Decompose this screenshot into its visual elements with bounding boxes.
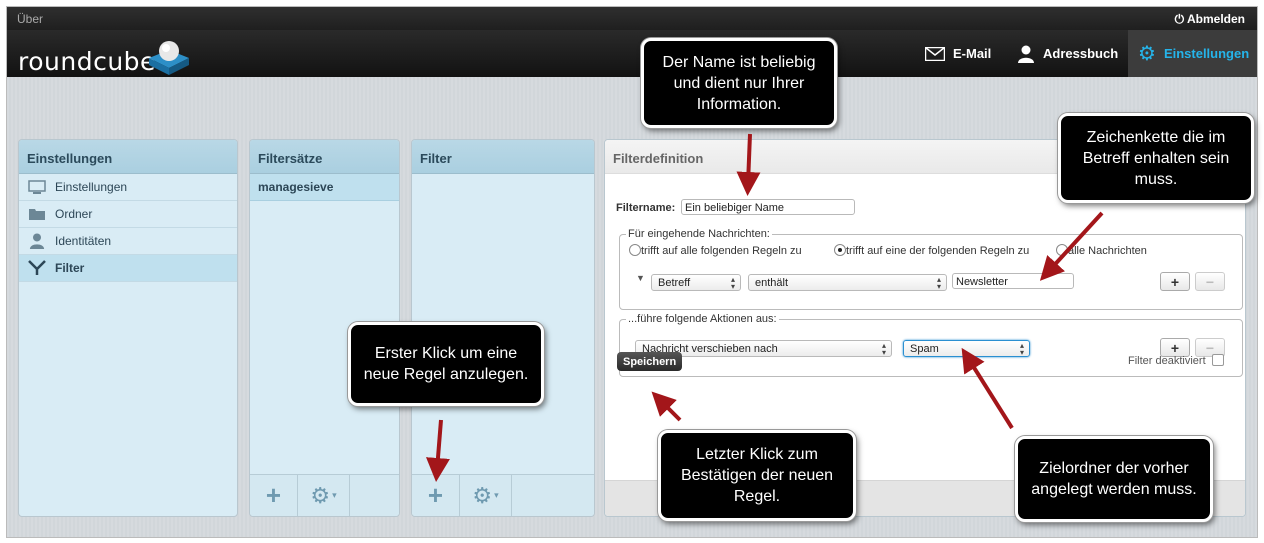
callout-last-click: Letzter Klick zum Bestätigen der neuen R… xyxy=(658,430,856,521)
target-folder-value: Spam xyxy=(910,343,939,355)
callout-name: Der Name ist beliebig und dient nur Ihre… xyxy=(641,38,837,128)
power-icon: ⏻ xyxy=(1174,12,1185,26)
filtersets-panel-title: Filtersätze xyxy=(250,140,399,174)
settings-item-preferences[interactable]: Einstellungen xyxy=(19,174,237,201)
radio-button[interactable] xyxy=(834,244,846,256)
radio-any-rule[interactable]: trifft auf eine der folgenden Regeln zu xyxy=(834,244,1029,257)
settings-panel: Einstellungen Einstellungen Ordner Ident… xyxy=(18,139,238,517)
rule-operator-value: enthält xyxy=(755,277,789,289)
settings-item-label: Einstellungen xyxy=(55,180,128,194)
nav-addressbook[interactable]: Adressbuch xyxy=(1017,30,1118,77)
nav-settings[interactable]: ⚙ Einstellungen xyxy=(1128,30,1257,77)
folder-icon xyxy=(27,207,47,221)
person-icon xyxy=(27,233,47,249)
add-filter-button[interactable]: + xyxy=(412,475,460,516)
chevron-down-icon: ▾ xyxy=(494,490,499,500)
radio-all-label: trifft auf alle folgenden Regeln zu xyxy=(641,245,802,257)
callout-subject: Zeichenkette die im Betreff enhalten sei… xyxy=(1058,113,1254,203)
logout-label: Abmelden xyxy=(1186,12,1245,26)
radio-all-rules[interactable]: trifft auf alle folgenden Regeln zu xyxy=(629,244,802,257)
settings-item-folders[interactable]: Ordner xyxy=(19,201,237,228)
settings-item-label: Identitäten xyxy=(55,234,112,248)
gear-icon: ⚙ xyxy=(472,482,493,508)
person-icon xyxy=(1018,45,1034,63)
gear-icon: ⚙ xyxy=(1138,43,1156,65)
app-header: roundcube E-Mail Adressbuch ⚙ Einstellun… xyxy=(7,30,1257,77)
filter-actions-button[interactable]: ⚙ ▾ xyxy=(460,475,512,516)
filter-footer: + ⚙ ▾ xyxy=(412,474,594,516)
logo-cube-icon xyxy=(149,41,189,75)
filter-disabled-checkbox[interactable] xyxy=(1211,354,1224,366)
radio-all-messages[interactable]: alle Nachrichten xyxy=(1056,244,1147,257)
callout-first-click: Erster Klick um eine neue Regel anzulege… xyxy=(348,322,544,406)
about-link[interactable]: Über xyxy=(17,12,43,26)
remove-rule-button[interactable]: − xyxy=(1195,272,1225,291)
nav-email-label: E-Mail xyxy=(953,46,992,61)
filter-name-input[interactable]: Ein beliebiger Name xyxy=(681,199,855,215)
settings-item-label: Ordner xyxy=(55,207,93,221)
rule-value-input[interactable]: Newsletter xyxy=(952,273,1074,289)
add-rule-button[interactable]: + xyxy=(1160,272,1190,291)
actions-legend: ...führe folgende Aktionen aus: xyxy=(626,313,779,325)
settings-item-identities[interactable]: Identitäten xyxy=(19,228,237,255)
envelope-icon xyxy=(925,46,945,61)
settings-item-label: Filter xyxy=(55,261,85,275)
select-arrows-icon: ▴ ▾ xyxy=(1019,341,1024,357)
select-arrows-icon: ▴ ▾ xyxy=(936,275,941,291)
filter-icon xyxy=(27,260,47,276)
chevron-down-icon: ▾ xyxy=(332,490,337,500)
radio-button[interactable] xyxy=(1056,244,1068,256)
nav-addressbook-label: Adressbuch xyxy=(1043,46,1119,61)
save-button[interactable]: Speichern xyxy=(617,352,683,371)
target-folder-select[interactable]: Spam ▴ ▾ xyxy=(903,340,1030,357)
callout-target-folder: Zielordner der vorher angelegt werden mu… xyxy=(1015,436,1213,522)
rule-operator-select[interactable]: enthält ▴ ▾ xyxy=(748,274,947,291)
rules-legend: Für eingehende Nachrichten: xyxy=(626,228,772,240)
logout-link[interactable]: ⏻ Abmelden xyxy=(1175,12,1245,27)
filter-disabled-option[interactable]: Filter deaktiviert xyxy=(1128,354,1224,367)
filter-panel-title: Filter xyxy=(412,140,594,174)
rule-header-value: Betreff xyxy=(658,277,691,289)
nav-email[interactable]: E-Mail xyxy=(925,30,991,77)
radio-all-messages-label: alle Nachrichten xyxy=(1068,245,1147,257)
nav-settings-label: Einstellungen xyxy=(1163,46,1250,61)
filterset-item[interactable]: managesieve xyxy=(250,174,399,201)
rule-expand-icon[interactable]: ▼ xyxy=(636,273,645,283)
monitor-icon xyxy=(27,180,47,194)
select-arrows-icon: ▴ ▾ xyxy=(881,341,886,357)
add-filterset-button[interactable]: + xyxy=(250,475,298,516)
top-bar: Über ⏻ Abmelden xyxy=(7,7,1257,30)
settings-panel-title: Einstellungen xyxy=(19,140,237,174)
logo-text: roundcube xyxy=(18,47,156,76)
select-arrows-icon: ▴ ▾ xyxy=(730,275,735,291)
radio-any-label: trifft auf eine der folgenden Regeln zu xyxy=(846,245,1030,257)
filterset-actions-button[interactable]: ⚙ ▾ xyxy=(298,475,350,516)
gear-icon: ⚙ xyxy=(310,482,331,508)
filter-name-label: Filtername: xyxy=(616,202,676,214)
radio-button[interactable] xyxy=(629,244,641,256)
rule-header-select[interactable]: Betreff ▴ ▾ xyxy=(651,274,741,291)
filtersets-footer: + ⚙ ▾ xyxy=(250,474,399,516)
settings-item-filter[interactable]: Filter xyxy=(19,255,237,282)
filter-disabled-label: Filter deaktiviert xyxy=(1128,355,1206,367)
